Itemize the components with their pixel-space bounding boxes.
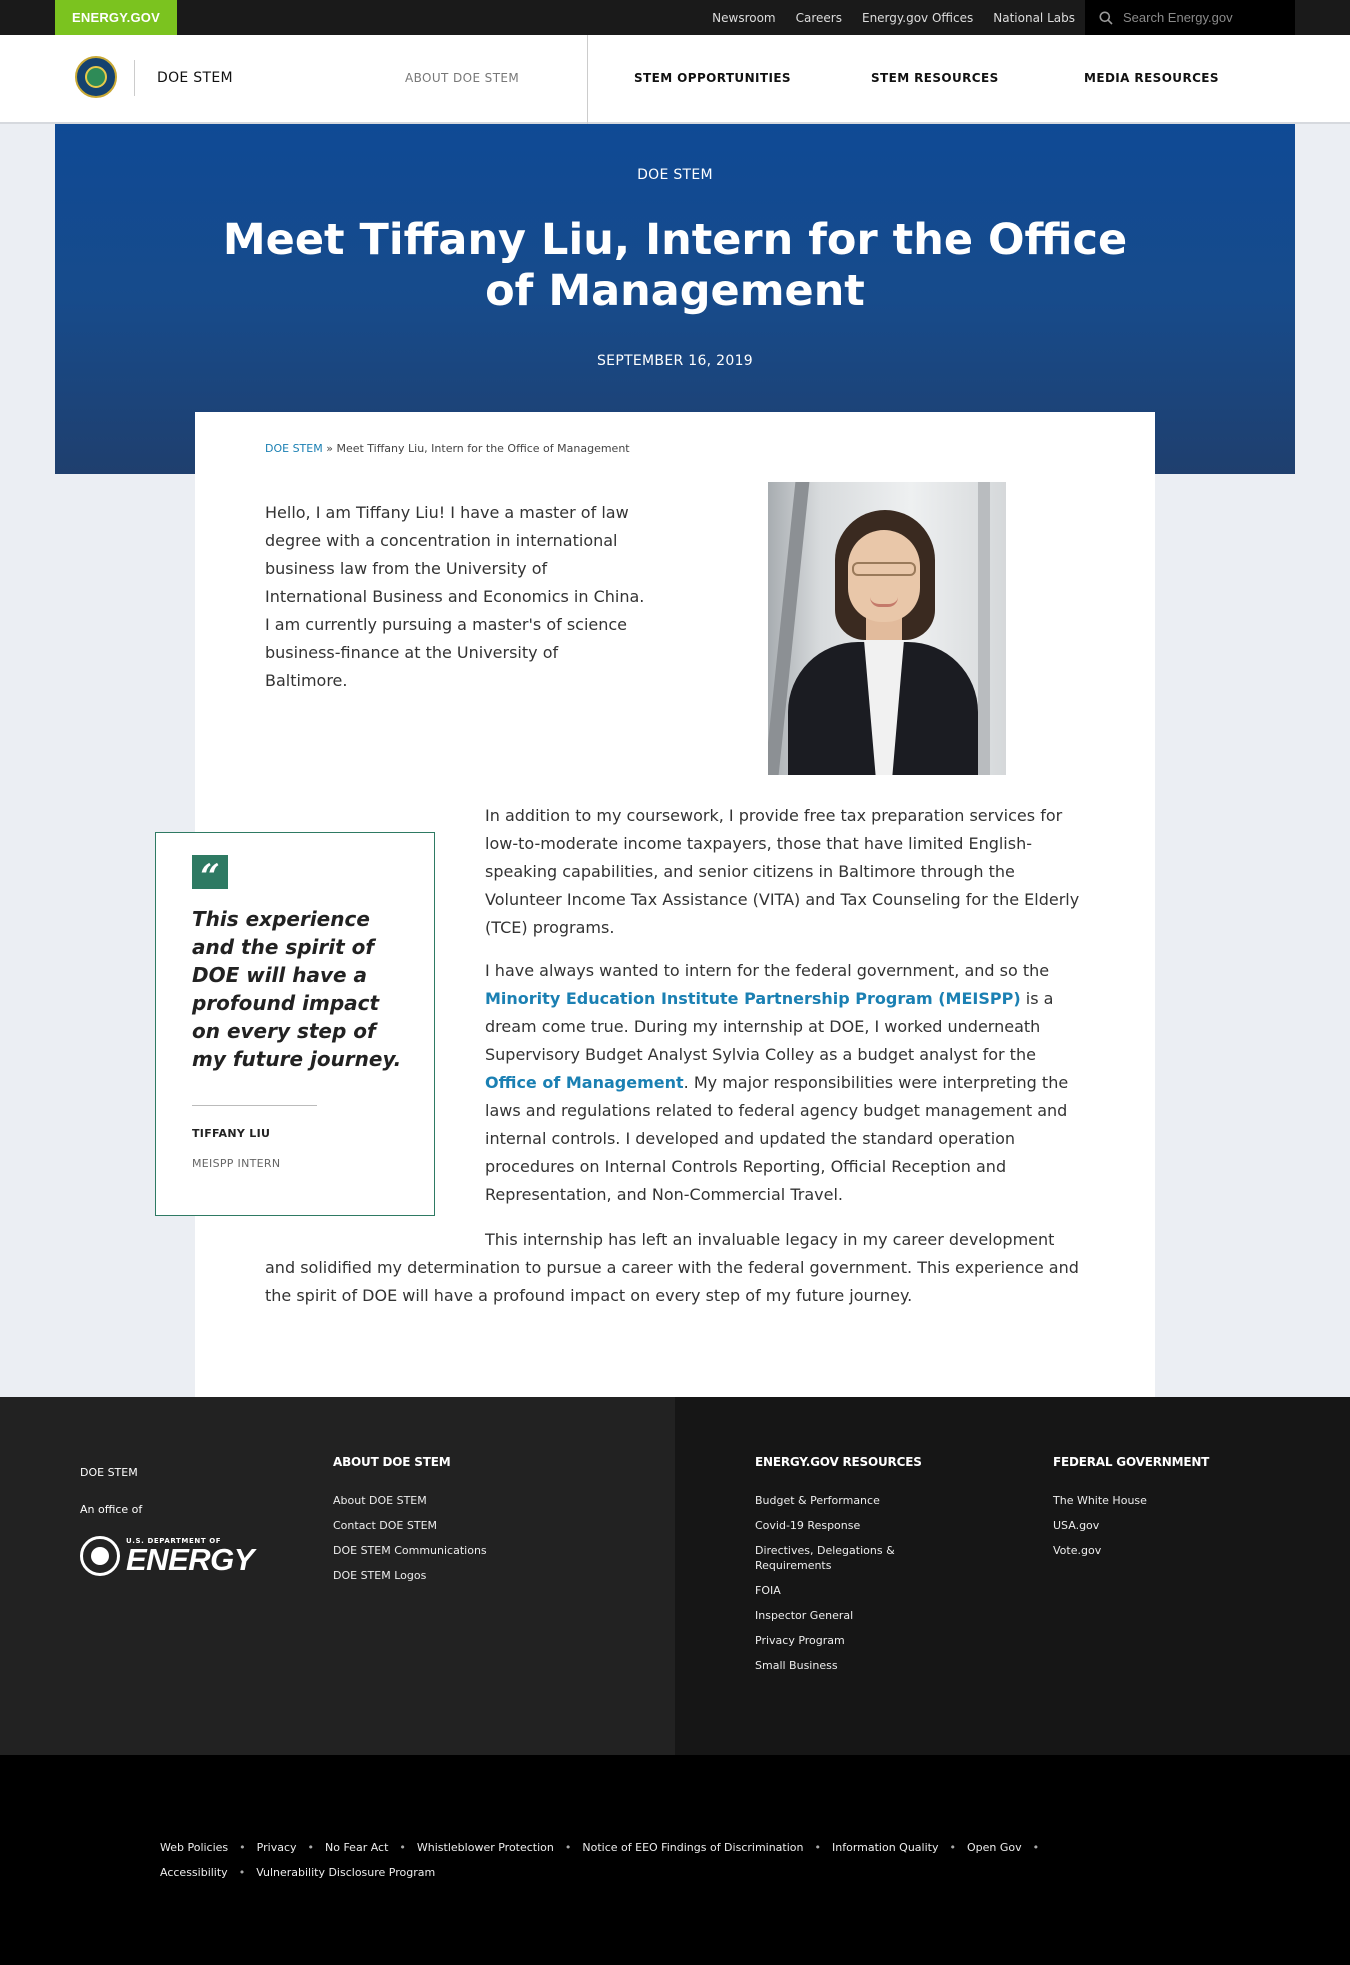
legal-link[interactable]: Open Gov <box>967 1841 1022 1854</box>
footer-col-resources-list: Budget & Performance Covid-19 Response D… <box>755 1493 925 1683</box>
nav-stem-resources[interactable]: STEM RESOURCES <box>871 71 999 85</box>
footer-link[interactable]: FOIA <box>755 1583 925 1598</box>
nav-divider <box>134 60 135 96</box>
quote-icon: “ <box>192 855 228 897</box>
legal-link[interactable]: Web Policies <box>160 1841 228 1854</box>
footer-link[interactable]: About DOE STEM <box>333 1493 533 1508</box>
quote-text: This experience and the spirit of DOE wi… <box>192 907 402 1071</box>
footer-link[interactable]: Inspector General <box>755 1608 925 1623</box>
footer-link[interactable]: Contact DOE STEM <box>333 1518 533 1533</box>
breadcrumb-current: Meet Tiffany Liu, Intern for the Office … <box>336 442 630 455</box>
footer-link[interactable]: DOE STEM Logos <box>333 1568 533 1583</box>
footer-link[interactable]: Budget & Performance <box>755 1493 925 1508</box>
nav-about-doe-stem[interactable]: ABOUT DOE STEM <box>405 71 519 85</box>
logo-big-text: ENERGY <box>126 1542 254 1577</box>
breadcrumb-separator: » <box>326 442 333 455</box>
separator-dot: • <box>238 1866 246 1879</box>
meispp-link[interactable]: Minority Education Institute Partnership… <box>485 989 1021 1008</box>
footer-col-about-title: ABOUT DOE STEM <box>333 1455 451 1469</box>
legal-link[interactable]: Whistleblower Protection <box>417 1841 554 1854</box>
nav-media-resources[interactable]: MEDIA RESOURCES <box>1084 71 1219 85</box>
doe-energy-logo[interactable]: U.S. DEPARTMENT OF ENERGY <box>80 1536 254 1576</box>
page-title: Meet Tiffany Liu, Intern for the Office … <box>222 215 1128 316</box>
footer-link[interactable]: Small Business <box>755 1658 925 1673</box>
utility-link-careers[interactable]: Careers <box>796 11 842 25</box>
portrait-photo <box>768 482 1006 775</box>
utility-bar: ENERGY.GOV Newsroom Careers Energy.gov O… <box>0 0 1350 35</box>
nav-stem-opportunities[interactable]: STEM OPPORTUNITIES <box>634 71 791 85</box>
hero-kicker: DOE STEM <box>637 167 713 183</box>
quote-divider <box>192 1105 317 1106</box>
footer-link[interactable]: DOE STEM Communications <box>333 1543 533 1558</box>
legal-link[interactable]: Vulnerability Disclosure Program <box>256 1866 435 1879</box>
separator-dot: • <box>814 1841 822 1854</box>
site-name[interactable]: DOE STEM <box>157 70 233 86</box>
footer-link[interactable]: Covid-19 Response <box>755 1518 925 1533</box>
search-placeholder: Search Energy.gov <box>1123 10 1233 25</box>
search-box[interactable]: Search Energy.gov <box>1085 0 1295 35</box>
separator-dot: • <box>949 1841 956 1854</box>
utility-links: Newsroom Careers Energy.gov Offices Nati… <box>712 0 1075 35</box>
search-icon <box>1099 11 1113 25</box>
footer-col-resources-title: ENERGY.GOV RESOURCES <box>755 1455 922 1469</box>
separator-dot: • <box>399 1841 406 1854</box>
separator-dot: • <box>1032 1841 1040 1854</box>
footer-office-of: An office of <box>80 1503 143 1516</box>
body-text: I have always wanted to intern for the f… <box>485 961 1050 980</box>
utility-link-offices[interactable]: Energy.gov Offices <box>862 11 973 25</box>
footer-col-about-list: About DOE STEM Contact DOE STEM DOE STEM… <box>333 1493 533 1593</box>
legal-bar: Web Policies • Privacy • No Fear Act • Whis… <box>0 1755 1350 1965</box>
utility-link-newsroom[interactable]: Newsroom <box>712 11 775 25</box>
main-nav: DOE STEM ABOUT DOE STEM STEM OPPORTUNITI… <box>0 35 1350 124</box>
body-paragraph: In addition to my coursework, I provide … <box>485 806 1080 937</box>
breadcrumb: DOE STEM » Meet Tiffany Liu, Intern for … <box>265 442 630 455</box>
energy-seal-icon <box>80 1536 120 1576</box>
footer-link[interactable]: USA.gov <box>1053 1518 1253 1533</box>
separator-dot: • <box>564 1841 572 1854</box>
nav-divider <box>587 35 588 124</box>
publish-date: SEPTEMBER 16, 2019 <box>596 353 754 369</box>
doe-seal-logo[interactable] <box>75 56 117 98</box>
body-text: . My major responsibilities were interpr… <box>485 1073 1069 1204</box>
footer-link[interactable]: Privacy Program <box>755 1633 925 1648</box>
footer-link[interactable]: Directives, Delegations & Requirements <box>755 1543 925 1573</box>
footer-col-federal-title: FEDERAL GOVERNMENT <box>1053 1455 1210 1469</box>
utility-link-labs[interactable]: National Labs <box>993 11 1075 25</box>
footer-link[interactable]: The White House <box>1053 1493 1253 1508</box>
legal-links: Web Policies • Privacy • No Fear Act • Whis… <box>160 1841 1120 1854</box>
footer-col-federal-list: The White House USA.gov Vote.gov <box>1053 1493 1253 1568</box>
footer-link[interactable]: Vote.gov <box>1053 1543 1253 1558</box>
footer-office-name[interactable]: DOE STEM <box>80 1466 138 1479</box>
energy-gov-home-link[interactable]: ENERGY.GOV <box>55 0 177 35</box>
quote-author-role: MEISPP INTERN <box>192 1157 281 1170</box>
legal-link[interactable]: Notice of EEO Findings of Discrimination <box>582 1841 803 1854</box>
legal-link[interactable]: Information Quality <box>832 1841 938 1854</box>
legal-link[interactable]: Accessibility <box>160 1866 228 1879</box>
intro-paragraph: Hello, I am Tiffany Liu! I have a master… <box>265 503 645 690</box>
legal-link[interactable]: No Fear Act <box>325 1841 388 1854</box>
breadcrumb-root-link[interactable]: DOE STEM <box>265 442 323 455</box>
legal-links: Accessibility • Vulnerability Disclosure … <box>160 1866 1120 1879</box>
separator-dot: • <box>239 1841 246 1854</box>
office-of-management-link[interactable]: Office of Management <box>485 1073 684 1092</box>
separator-dot: • <box>307 1841 315 1854</box>
body-paragraph: This internship has left an invaluable l… <box>265 1230 1079 1305</box>
pull-quote: “ This experience and the spirit of DOE … <box>155 832 435 1216</box>
legal-link[interactable]: Privacy <box>257 1841 297 1854</box>
body-paragraph: I have always wanted to intern for the f… <box>485 957 1085 1209</box>
quote-author: TIFFANY LIU <box>192 1127 271 1140</box>
